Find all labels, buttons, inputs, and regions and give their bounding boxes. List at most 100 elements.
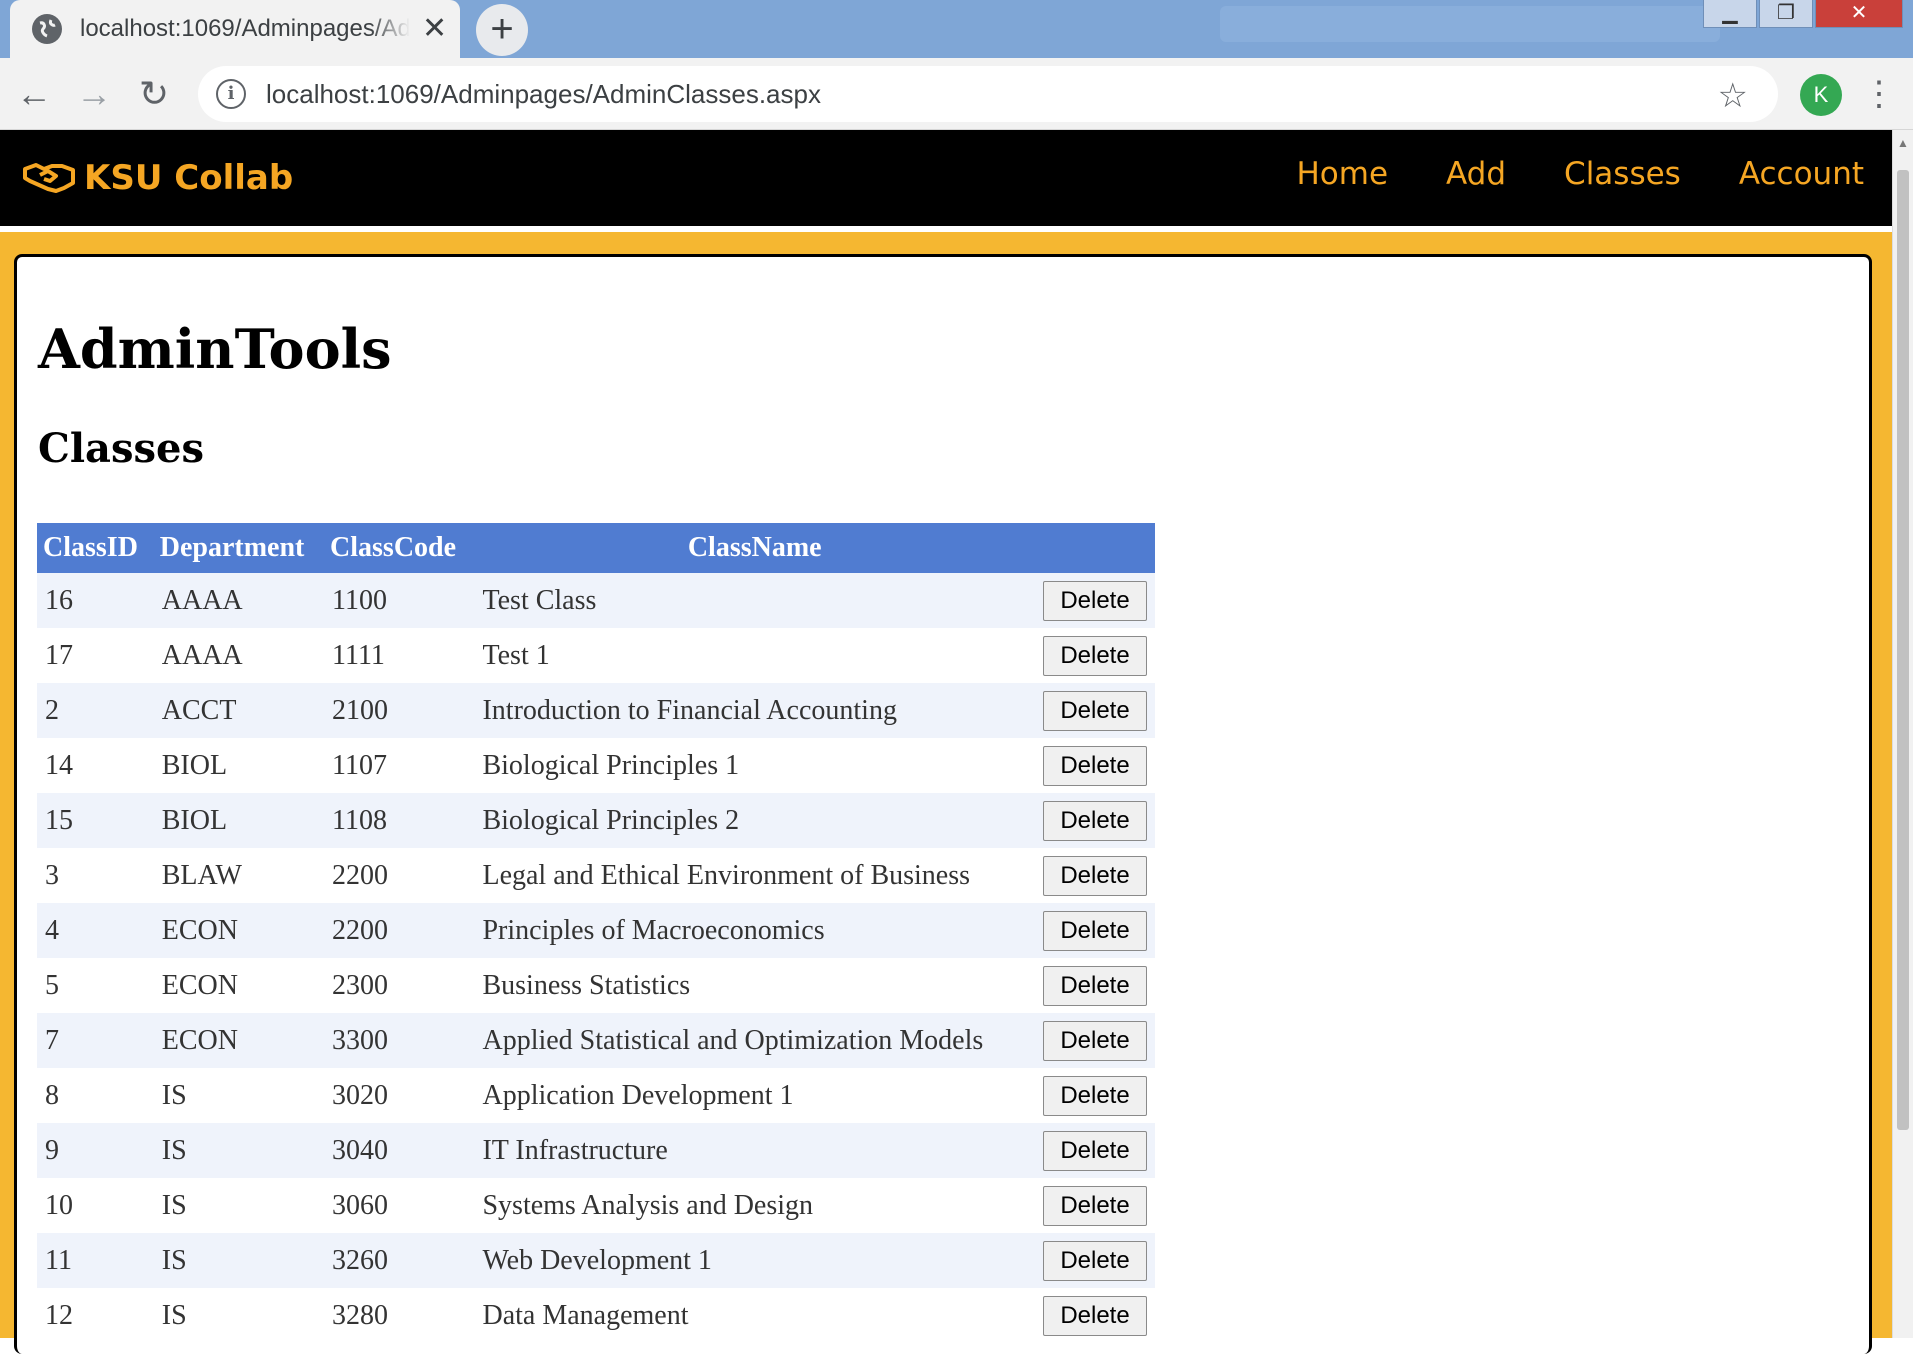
globe-icon [32, 14, 62, 44]
classes-table: ClassID Department ClassCode ClassName 1… [37, 523, 1155, 1343]
cell-class-name: Systems Analysis and Design [474, 1178, 1035, 1233]
delete-button[interactable]: Delete [1043, 855, 1147, 896]
nav-account[interactable]: Account [1739, 156, 1864, 192]
delete-button[interactable]: Delete [1043, 1185, 1147, 1226]
minimize-button[interactable]: ▁ [1703, 0, 1757, 28]
cell-actions: Delete [1034, 903, 1155, 958]
header-class-code[interactable]: ClassCode [324, 523, 475, 573]
header-department[interactable]: Department [153, 523, 325, 573]
window-controls: ▁ ❐ ✕ [1701, 0, 1903, 28]
cell-class-code: 2200 [324, 903, 475, 958]
main-content-panel: AdminTools Classes ClassID Department Cl… [14, 254, 1872, 1354]
new-tab-button[interactable]: + [476, 4, 528, 56]
nav-classes[interactable]: Classes [1564, 156, 1681, 192]
cell-class-name: Legal and Ethical Environment of Busines… [474, 848, 1035, 903]
delete-button[interactable]: Delete [1043, 580, 1147, 621]
cell-class-code: 3040 [324, 1123, 475, 1178]
cell-actions: Delete [1034, 738, 1155, 793]
delete-button[interactable]: Delete [1043, 690, 1147, 731]
header-class-name[interactable]: ClassName [474, 523, 1035, 573]
table-row: 2 ACCT 2100 Introduction to Financial Accou… [37, 683, 1155, 738]
page-scrollbar[interactable]: ▲ [1892, 130, 1913, 1338]
table-row: 4 ECON 2200 Principles of Macroeconomics Del… [37, 903, 1155, 958]
cell-class-id: 2 [37, 683, 154, 738]
cell-department: BLAW [153, 848, 325, 903]
table-row: 5 ECON 2300 Business Statistics Delete [37, 958, 1155, 1013]
cell-class-code: 3060 [324, 1178, 475, 1233]
cell-actions: Delete [1034, 573, 1155, 628]
cell-class-id: 7 [37, 1013, 154, 1068]
cell-class-name: Business Statistics [474, 958, 1035, 1013]
cell-actions: Delete [1034, 848, 1155, 903]
browser-titlebar: localhost:1069/Adminpages/AdminClasses.a… [0, 0, 1913, 58]
table-row: 16 AAAA 1100 Test Class Delete [37, 573, 1155, 628]
cell-class-code: 1107 [324, 738, 475, 793]
cell-class-code: 3020 [324, 1068, 475, 1123]
nav-home[interactable]: Home [1296, 156, 1388, 192]
browser-tab[interactable]: localhost:1069/Adminpages/AdminClasses.a… [10, 0, 460, 58]
delete-button[interactable]: Delete [1043, 800, 1147, 841]
cell-class-id: 4 [37, 903, 154, 958]
cell-class-code: 2100 [324, 683, 475, 738]
cell-department: ACCT [153, 683, 325, 738]
table-row: 14 BIOL 1107 Biological Principles 1 Delete [37, 738, 1155, 793]
profile-avatar[interactable]: K [1800, 74, 1842, 116]
url-text[interactable]: localhost:1069/Adminpages/AdminClasses.a… [266, 79, 821, 110]
cell-class-name: Web Development 1 [474, 1233, 1035, 1288]
header-class-id[interactable]: ClassID [37, 523, 154, 573]
maximize-button[interactable]: ❐ [1759, 0, 1813, 28]
close-window-button[interactable]: ✕ [1815, 0, 1903, 28]
scrollbar-thumb[interactable] [1897, 170, 1909, 1130]
brand-logo[interactable]: KSU Collab [22, 158, 293, 198]
cell-class-code: 3280 [324, 1288, 475, 1343]
delete-button[interactable]: Delete [1043, 1075, 1147, 1116]
cell-actions: Delete [1034, 628, 1155, 683]
cell-class-code: 3300 [324, 1013, 475, 1068]
delete-button[interactable]: Delete [1043, 1240, 1147, 1281]
cell-class-id: 15 [37, 793, 154, 848]
cell-class-name: Test 1 [474, 628, 1035, 683]
bookmark-star-icon[interactable]: ☆ [1718, 76, 1748, 116]
cell-class-code: 1108 [324, 793, 475, 848]
info-icon[interactable]: i [216, 79, 246, 109]
delete-button[interactable]: Delete [1043, 1295, 1147, 1336]
cell-class-name: Principles of Macroeconomics [474, 903, 1035, 958]
close-tab-icon[interactable]: ✕ [422, 14, 447, 44]
delete-button[interactable]: Delete [1043, 1020, 1147, 1061]
browser-menu-icon[interactable]: ⋮ [1862, 72, 1896, 118]
cell-department: IS [153, 1233, 325, 1288]
delete-button[interactable]: Delete [1043, 745, 1147, 786]
table-row: 17 AAAA 1111 Test 1 Delete [37, 628, 1155, 683]
delete-button[interactable]: Delete [1043, 965, 1147, 1006]
table-body: 16 AAAA 1100 Test Class Delete 17 AAAA 1111 Test… [37, 573, 1155, 1343]
cell-department: IS [153, 1123, 325, 1178]
forward-arrow-icon[interactable]: → [70, 70, 118, 118]
cell-class-code: 2200 [324, 848, 475, 903]
delete-button[interactable]: Delete [1043, 910, 1147, 951]
back-arrow-icon[interactable]: ← [10, 70, 58, 118]
table-row: 9 IS 3040 IT Infrastructure Delete [37, 1123, 1155, 1178]
header-actions [1034, 523, 1155, 573]
cell-actions: Delete [1034, 1013, 1155, 1068]
reload-icon[interactable]: ↻ [130, 70, 178, 118]
address-bar[interactable]: i localhost:1069/Adminpages/AdminClasses… [198, 66, 1778, 122]
section-title: Classes [38, 425, 204, 472]
cell-class-name: Biological Principles 1 [474, 738, 1035, 793]
scroll-up-icon[interactable]: ▲ [1895, 136, 1911, 152]
page-background: KSU Collab Home Add Classes Account Admi… [0, 130, 1892, 1354]
cell-class-name: IT Infrastructure [474, 1123, 1035, 1178]
cell-department: BIOL [153, 738, 325, 793]
cell-class-id: 17 [37, 628, 154, 683]
cell-department: ECON [153, 903, 325, 958]
delete-button[interactable]: Delete [1043, 635, 1147, 676]
cell-class-name: Test Class [474, 573, 1035, 628]
nav-add[interactable]: Add [1446, 156, 1506, 192]
cell-class-code: 3260 [324, 1233, 475, 1288]
cell-class-id: 3 [37, 848, 154, 903]
cell-class-code: 1111 [324, 628, 475, 683]
cell-department: ECON [153, 1013, 325, 1068]
cell-class-name: Applied Statistical and Optimization Mod… [474, 1013, 1035, 1068]
cell-department: IS [153, 1068, 325, 1123]
delete-button[interactable]: Delete [1043, 1130, 1147, 1171]
cell-class-id: 5 [37, 958, 154, 1013]
